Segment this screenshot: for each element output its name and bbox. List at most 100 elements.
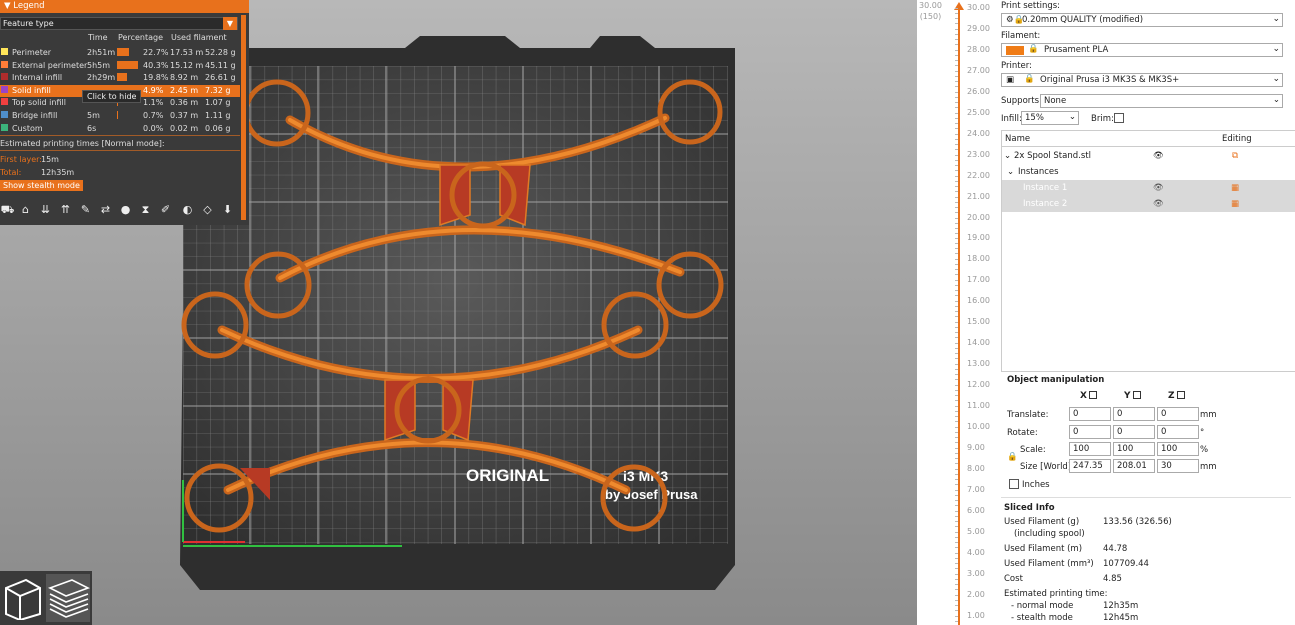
- feature-type-select[interactable]: Feature type ▼: [0, 17, 238, 30]
- including-spool-label: (including spool): [1014, 529, 1085, 539]
- size-x-input[interactable]: 247.35: [1069, 459, 1111, 473]
- translate-y-input[interactable]: 0: [1113, 407, 1155, 421]
- slider-track[interactable]: [958, 8, 960, 625]
- seams-icon[interactable]: ✎: [78, 202, 93, 217]
- dropdown-arrow-icon[interactable]: ▼: [223, 17, 237, 30]
- layer-slider[interactable]: 30.00 (150) 30.00 29.00 28.00 27.00 26.00 25.…: [917, 0, 997, 625]
- show-stealth-mode-button[interactable]: Show stealth mode: [0, 180, 83, 191]
- chevron-down-icon: ⌄: [1272, 14, 1280, 24]
- custom-gcode-icon[interactable]: ✐: [158, 202, 173, 217]
- legend-row[interactable]: Bridge infill 5m 0.7% 0.37 m 1.11 g: [0, 110, 240, 122]
- slider-tick: [955, 583, 958, 585]
- wipe-icon[interactable]: ⌂: [18, 202, 33, 217]
- edit-settings-icon[interactable]: ⧉: [1232, 151, 1238, 161]
- slider-tick: [955, 23, 958, 24]
- slider-tick: [955, 483, 958, 485]
- size-y-input[interactable]: 208.01: [1113, 459, 1155, 473]
- chevron-down-icon[interactable]: ⌄: [1004, 151, 1011, 161]
- legend-pct: 0.0%: [143, 123, 164, 133]
- inches-checkbox[interactable]: [1009, 479, 1019, 489]
- printer-value: Original Prusa i3 MK3S & MK3S+: [1040, 75, 1180, 85]
- scale-z-input[interactable]: 100: [1157, 442, 1199, 456]
- slider-tick: [955, 301, 958, 303]
- scale-y-input[interactable]: 100: [1113, 442, 1155, 456]
- grid-icon[interactable]: ▦: [1231, 183, 1239, 193]
- travel-icon[interactable]: ⛟: [0, 202, 15, 217]
- slider-tick: [955, 91, 958, 93]
- slider-tick: [955, 588, 958, 590]
- slider-tick: [955, 96, 958, 98]
- slider-tick-label: 1.00: [967, 610, 985, 620]
- slider-tick: [955, 557, 958, 559]
- translate-z-input[interactable]: 0: [1157, 407, 1199, 421]
- infill-combo[interactable]: 15% ⌄: [1021, 111, 1079, 125]
- slider-tick: [955, 222, 958, 224]
- print-settings-combo[interactable]: ⚙🔒 0.20mm QUALITY (modified) ⌄: [1001, 13, 1283, 27]
- legend-scrollbar[interactable]: [241, 15, 246, 220]
- instances-row[interactable]: ⌄ Instances: [1002, 164, 1295, 180]
- brim-checkbox[interactable]: [1114, 113, 1124, 123]
- instance-row-2[interactable]: Instance 2 👁 ▦: [1002, 196, 1295, 212]
- shells-icon[interactable]: ◇: [200, 202, 215, 217]
- tool-marker-icon[interactable]: ⬇: [220, 202, 235, 217]
- slider-tick: [955, 332, 958, 334]
- percentage-bar: [117, 48, 129, 56]
- slider-tick-label: 6.00: [967, 505, 985, 515]
- 3d-view-button[interactable]: [2, 574, 46, 622]
- rotate-y-input[interactable]: 0: [1113, 425, 1155, 439]
- z-axis-header: Z: [1168, 391, 1185, 401]
- lock-scale-icon[interactable]: 🔒: [1007, 452, 1018, 462]
- filament-combo[interactable]: 🔒 Prusament PLA ⌄: [1001, 43, 1283, 57]
- supports-combo[interactable]: None ⌄: [1040, 94, 1283, 108]
- inches-label: Inches: [1022, 480, 1050, 490]
- filament-color-swatch[interactable]: [1006, 46, 1024, 55]
- legend-row[interactable]: Internal infill 2h29m 19.8% 8.92 m 26.61 g: [0, 72, 240, 84]
- color-swatch: [1, 123, 8, 131]
- translate-x-input[interactable]: 0: [1069, 407, 1111, 421]
- pause-prints-icon[interactable]: ⧗: [138, 202, 153, 217]
- center-of-gravity-icon[interactable]: ◐: [180, 202, 195, 217]
- preview-button[interactable]: [46, 574, 91, 622]
- slider-tick-label: 7.00: [967, 484, 985, 494]
- 3d-viewport[interactable]: ORIGINAL i3 MK3 by Josef Prusa ▼ Legend …: [0, 0, 917, 625]
- legend-g: 0.06 g: [205, 123, 231, 133]
- legend-row[interactable]: External perimeter 5h5m 40.3% 15.12 m 45.11 …: [0, 60, 240, 72]
- slider-tick-label: 30.00: [967, 3, 990, 12]
- size-z-input[interactable]: 30: [1157, 459, 1199, 473]
- legend-name: Perimeter: [12, 48, 52, 57]
- rotate-x-input[interactable]: 0: [1069, 425, 1111, 439]
- instance-row-1[interactable]: Instance 1 👁 ▦: [1002, 180, 1295, 196]
- legend-row[interactable]: Perimeter 2h51m 22.7% 17.53 m 52.28 g: [0, 47, 240, 59]
- size-label: Size [World]:: [1020, 462, 1075, 472]
- slider-tick-label: 25.00: [967, 107, 990, 117]
- deretractions-icon[interactable]: ⇈: [58, 202, 73, 217]
- slider-tick: [955, 80, 958, 82]
- slider-tick: [955, 148, 958, 150]
- slider-tick-label: 20.00: [967, 212, 990, 222]
- eye-icon[interactable]: 👁: [1153, 199, 1164, 209]
- chevron-down-icon[interactable]: ⌄: [1007, 167, 1014, 177]
- slider-tick-label: 26.00: [967, 86, 990, 96]
- color-changes-icon[interactable]: ●: [118, 202, 133, 217]
- slider-tick: [955, 353, 958, 355]
- legend-divider: [0, 150, 240, 151]
- filament-label: Filament:: [1001, 31, 1041, 41]
- printer-combo[interactable]: ▣ 🔒 Original Prusa i3 MK3S & MK3S+ ⌄: [1001, 73, 1283, 87]
- grid-icon[interactable]: ▦: [1231, 199, 1239, 209]
- legend-g: 7.32 g: [205, 85, 231, 95]
- slider-tick-label: 18.00: [967, 254, 990, 264]
- slider-thumb-icon[interactable]: [953, 1, 965, 11]
- slider-tick-label: 11.00: [967, 401, 990, 411]
- object-list-header: Name Editing: [1002, 131, 1295, 147]
- legend-header[interactable]: ▼ Legend: [0, 0, 249, 13]
- object-row[interactable]: ⌄ 2x Spool Stand.stl 👁 ⧉: [1002, 148, 1295, 164]
- legend-g: 52.28 g: [205, 48, 236, 57]
- eye-icon[interactable]: 👁: [1153, 151, 1164, 161]
- scale-x-input[interactable]: 100: [1069, 442, 1111, 456]
- tool-changes-icon[interactable]: ⇄: [98, 202, 113, 217]
- legend-row[interactable]: Custom 6s 0.0% 0.02 m 0.06 g: [0, 123, 240, 135]
- eye-icon[interactable]: 👁: [1153, 183, 1164, 193]
- retractions-icon[interactable]: ⇊: [38, 202, 53, 217]
- slider-tick: [955, 28, 958, 30]
- rotate-z-input[interactable]: 0: [1157, 425, 1199, 439]
